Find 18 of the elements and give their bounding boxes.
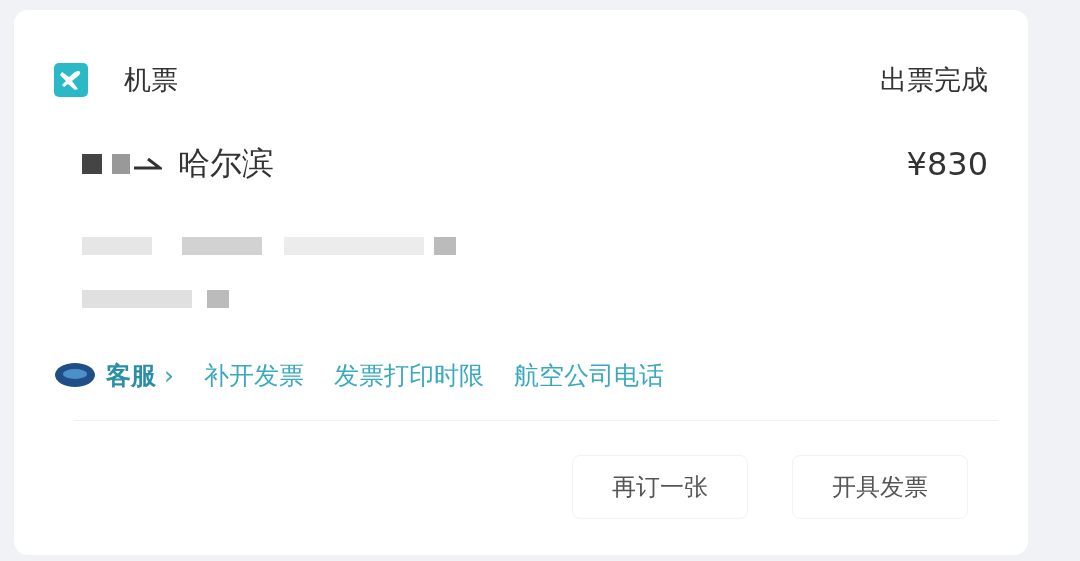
- avatar-icon: [54, 361, 96, 389]
- action-link[interactable]: 航空公司电话: [514, 358, 664, 392]
- action-link[interactable]: 补开发票: [204, 358, 304, 392]
- category-label: 机票: [124, 63, 178, 97]
- action-button[interactable]: 开具发票: [792, 455, 968, 519]
- redacted-block: [82, 237, 152, 255]
- action-link[interactable]: 发票打印时限: [334, 358, 484, 392]
- redacted-block: [434, 237, 456, 255]
- customer-service-link[interactable]: 客服: [106, 358, 156, 392]
- ticket-price: ¥830: [906, 145, 988, 183]
- redacted-block: [112, 154, 130, 174]
- action-button[interactable]: 再订一张: [572, 455, 748, 519]
- airplane-icon: [54, 63, 88, 97]
- chevron-icon: ›: [164, 360, 174, 390]
- order-status: 出票完成: [880, 63, 988, 97]
- redacted-block: [82, 154, 102, 174]
- destination-city: 哈尔滨: [178, 143, 274, 184]
- redacted-block: [207, 290, 229, 308]
